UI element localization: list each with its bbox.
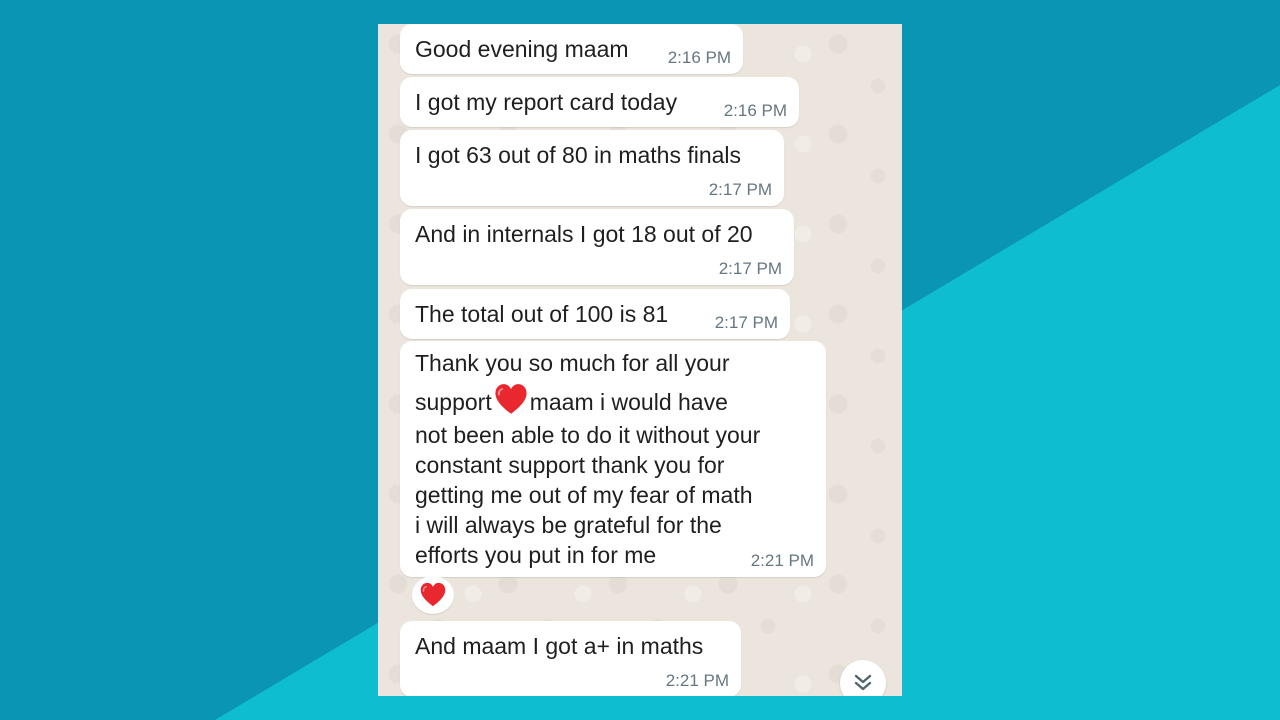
message-timestamp: 2:16 PM	[667, 48, 731, 67]
red-heart-icon	[495, 384, 527, 414]
message-line-part: maam i would have	[529, 389, 728, 415]
message-text: Good evening maam	[415, 36, 629, 62]
message-text: I got my report card today	[415, 89, 678, 115]
message-line: efforts you put in for me	[415, 542, 657, 568]
message-line-part: support	[415, 389, 492, 415]
message-timestamp: 2:17 PM	[714, 313, 778, 332]
message-text: And in internals I got 18 out of 20	[415, 221, 753, 247]
message-line: support maam i would have	[415, 383, 728, 418]
message-bubble[interactable]: And maam I got a+ in maths 2:21 PM	[400, 621, 741, 696]
message-line: getting me out of my fear of math	[415, 482, 753, 508]
message-line: i will always be grateful for the	[415, 512, 722, 538]
message-text: The total out of 100 is 81	[415, 301, 669, 327]
message-text: And maam I got a+ in maths	[415, 633, 704, 659]
message-bubble[interactable]: The total out of 100 is 81 2:17 PM	[400, 289, 790, 339]
double-chevron-down-icon	[854, 674, 872, 691]
red-heart-icon	[420, 582, 446, 607]
message-bubble[interactable]: Thank you so much for all your support ma…	[400, 341, 826, 577]
chat-window: Good evening maam 2:16 PM I got my repor…	[378, 24, 902, 696]
message-bubble[interactable]: And in internals I got 18 out of 20 2:17…	[400, 209, 794, 285]
message-timestamp: 2:21 PM	[665, 671, 729, 690]
message-timestamp: 2:16 PM	[723, 101, 787, 120]
message-timestamp: 2:17 PM	[718, 259, 782, 278]
message-bubble[interactable]: I got 63 out of 80 in maths finals 2:17 …	[400, 130, 784, 206]
message-line: Thank you so much for all your	[415, 350, 730, 376]
message-line: constant support thank you for	[415, 452, 725, 478]
message-timestamp: 2:17 PM	[708, 180, 772, 199]
message-line: not been able to do it without your	[415, 422, 761, 448]
message-text: I got 63 out of 80 in maths finals	[415, 142, 742, 168]
message-bubble[interactable]: I got my report card today 2:16 PM	[400, 77, 799, 127]
message-timestamp: 2:21 PM	[750, 551, 814, 570]
message-reaction[interactable]	[412, 576, 454, 614]
message-bubble[interactable]: Good evening maam 2:16 PM	[400, 24, 743, 74]
